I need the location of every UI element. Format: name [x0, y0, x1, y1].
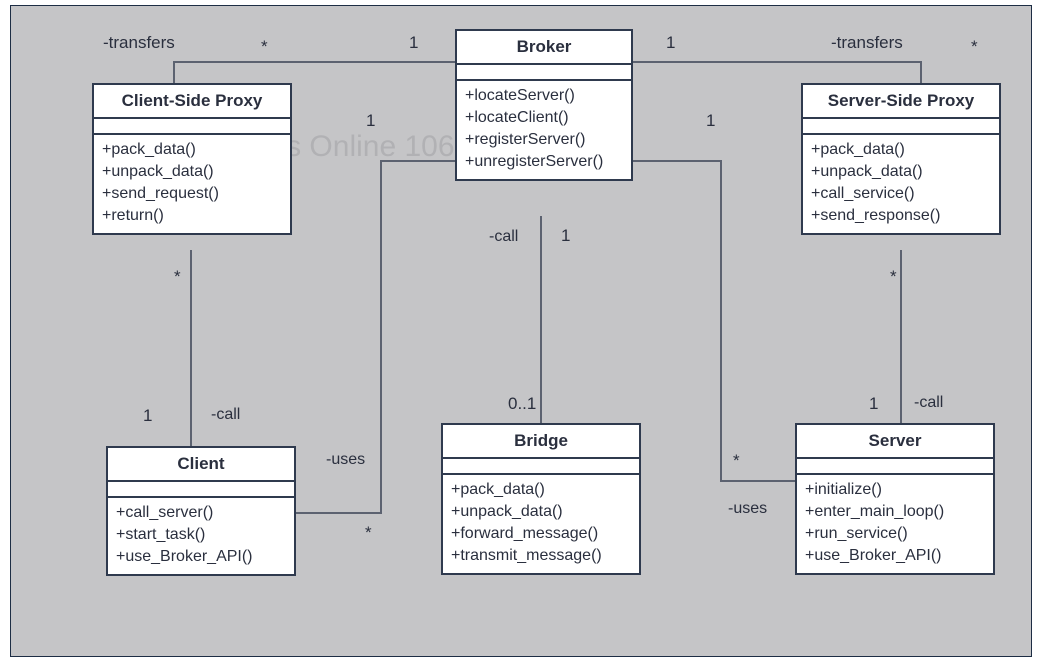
assoc-label: -transfers	[103, 33, 175, 53]
method: +enter_main_loop()	[805, 501, 985, 523]
method: +send_request()	[102, 183, 282, 205]
class-broker-attrs	[457, 65, 631, 81]
method: +forward_message()	[451, 523, 631, 545]
method: +send_response()	[811, 205, 991, 227]
method: +unpack_data()	[451, 501, 631, 523]
mult: 1	[869, 394, 878, 414]
assoc-label: -uses	[326, 451, 365, 469]
class-bridge-attrs	[443, 459, 639, 475]
class-client-title: Client	[108, 448, 294, 482]
class-broker-title: Broker	[457, 31, 631, 65]
method: +unpack_data()	[102, 161, 282, 183]
class-server-proxy-title: Server-Side Proxy	[803, 85, 999, 119]
method: +registerServer()	[465, 129, 623, 151]
mult: 1	[366, 111, 375, 131]
mult: 1	[666, 33, 675, 53]
class-client-proxy: Client-Side Proxy +pack_data() +unpack_d…	[92, 83, 292, 235]
class-client: Client +call_server() +start_task() +use…	[106, 446, 296, 576]
class-server-proxy-attrs	[803, 119, 999, 135]
method: +start_task()	[116, 524, 286, 546]
method: +unpack_data()	[811, 161, 991, 183]
assoc-label: -call	[489, 228, 518, 246]
class-client-attrs	[108, 482, 294, 498]
mult: 0..1	[508, 394, 536, 414]
method: +return()	[102, 205, 282, 227]
class-broker: Broker +locateServer() +locateClient() +…	[455, 29, 633, 181]
mult: 1	[706, 111, 715, 131]
class-client-proxy-attrs	[94, 119, 290, 135]
class-server-proxy: Server-Side Proxy +pack_data() +unpack_d…	[801, 83, 1001, 235]
method: +call_service()	[811, 183, 991, 205]
mult: 1	[143, 406, 152, 426]
class-server: Server +initialize() +enter_main_loop() …	[795, 423, 995, 575]
assoc-label: -call	[211, 406, 240, 424]
mult: *	[733, 451, 740, 471]
assoc-label: -uses	[728, 500, 767, 518]
uml-canvas: Safari Books Online 1066 / 1848739 Broke…	[10, 5, 1032, 657]
method: +unregisterServer()	[465, 151, 623, 173]
method: +pack_data()	[811, 139, 991, 161]
mult: *	[971, 37, 978, 57]
mult: *	[365, 523, 372, 543]
method: +run_service()	[805, 523, 985, 545]
mult: 1	[561, 226, 570, 246]
mult: *	[261, 37, 268, 57]
method: +pack_data()	[451, 479, 631, 501]
method: +use_Broker_API()	[116, 546, 286, 568]
class-server-attrs	[797, 459, 993, 475]
method: +initialize()	[805, 479, 985, 501]
class-client-proxy-title: Client-Side Proxy	[94, 85, 290, 119]
assoc-label: -transfers	[831, 33, 903, 53]
method: +transmit_message()	[451, 545, 631, 567]
assoc-label: -call	[914, 394, 943, 412]
class-bridge: Bridge +pack_data() +unpack_data() +forw…	[441, 423, 641, 575]
method: +locateClient()	[465, 107, 623, 129]
method: +use_Broker_API()	[805, 545, 985, 567]
method: +locateServer()	[465, 85, 623, 107]
mult: 1	[409, 33, 418, 53]
class-bridge-title: Bridge	[443, 425, 639, 459]
mult: *	[174, 267, 181, 287]
method: +pack_data()	[102, 139, 282, 161]
class-server-title: Server	[797, 425, 993, 459]
method: +call_server()	[116, 502, 286, 524]
mult: *	[890, 267, 897, 287]
